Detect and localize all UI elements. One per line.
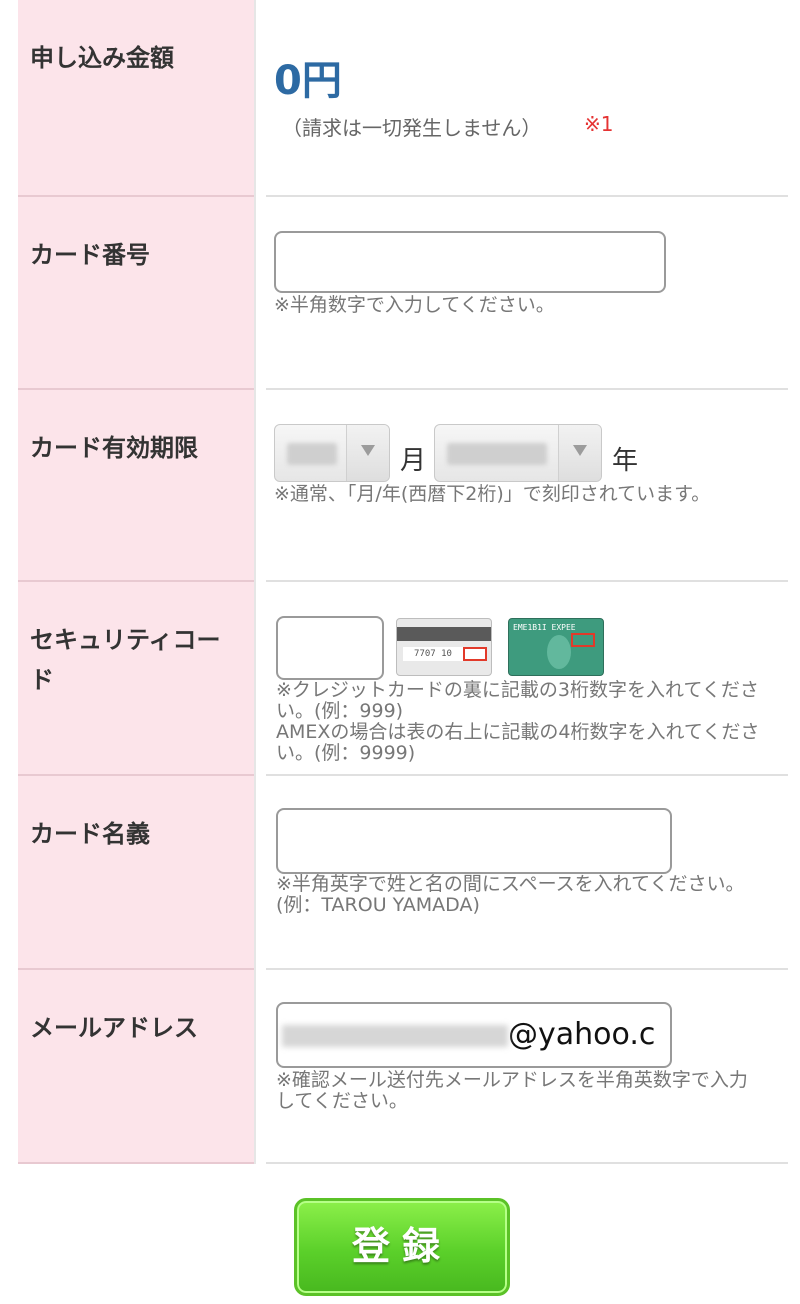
expiry-hint: ※通常、「月/年(西暦下2桁)」で刻印されています。: [274, 483, 711, 505]
security-code-hint: ※クレジットカードの裏に記載の3桁数字を入れてください。(例：999) AMEX…: [276, 680, 766, 764]
expiry-year-value: [447, 443, 547, 465]
expiry-label-cell: カード有効期限: [18, 390, 254, 582]
chevron-down-icon: [558, 425, 601, 481]
register-button[interactable]: 登録: [294, 1198, 510, 1296]
card-back-icon: 7707 10: [396, 618, 492, 676]
card-number-input[interactable]: [274, 231, 666, 293]
chevron-down-icon: [346, 425, 389, 481]
security-code-label-cell: セキュリティコード: [18, 582, 254, 776]
email-hint: ※確認メール送付先メールアドレスを半角英数字で入力してください。: [276, 1069, 748, 1112]
card-name-label-cell: カード名義: [18, 776, 254, 970]
security-code-hint-line1: ※クレジットカードの裏に記載の3桁数字を入れてください。(例：999): [276, 679, 759, 722]
amount-label: 申し込み金額: [30, 44, 174, 72]
expiry-label: カード有効期限: [30, 434, 198, 462]
amex-card-front-icon: EME1B1I EXPEE: [508, 618, 604, 676]
card-name-row: カード名義 ※半角英字で姓と名の間にスペースを入れてください。(例：TAROU …: [18, 776, 788, 970]
card-name-label: カード名義: [30, 820, 150, 848]
security-code-hint-line2: AMEXの場合は表の右上に記載の4桁数字を入れてください。(例：9999): [276, 721, 760, 764]
email-visible-value: @yahoo.c: [508, 1017, 656, 1052]
card-number-hint: ※半角数字で入力してください。: [274, 294, 555, 316]
security-code-input[interactable]: [276, 616, 384, 680]
security-code-label: セキュリティコード: [30, 626, 221, 694]
security-code-row: セキュリティコード 7707 10 EME1B1I EXPEE ※クレジットカー…: [18, 582, 788, 776]
email-label-cell: メールアドレス: [18, 970, 254, 1164]
amount-note: （請求は一切発生しません）: [282, 116, 542, 140]
expiry-row: カード有効期限 月 年 ※通常、「月/年(西暦下2桁)」で刻印されています。: [18, 390, 788, 582]
email-row: メールアドレス @yahoo.c ※確認メール送付先メールアドレスを半角英数字で…: [18, 970, 788, 1164]
expiry-month-value: [287, 443, 337, 465]
card-name-input[interactable]: [276, 808, 672, 874]
amount-row: 申し込み金額 0円 （請求は一切発生しません） ※1: [18, 0, 788, 197]
expiry-month-unit: 月: [400, 446, 427, 476]
expiry-month-select[interactable]: [274, 424, 390, 482]
amount-footnote-ref[interactable]: ※1: [584, 112, 613, 136]
email-input[interactable]: @yahoo.c: [276, 1002, 672, 1068]
email-label: メールアドレス: [30, 1014, 198, 1042]
email-masked-local-part: [282, 1024, 508, 1047]
card-number-label-cell: カード番号: [18, 197, 254, 390]
card-number-label: カード番号: [30, 241, 150, 269]
card-number-row: カード番号 ※半角数字で入力してください。: [18, 197, 788, 390]
amount-label-cell: 申し込み金額: [18, 0, 254, 197]
expiry-year-select[interactable]: [434, 424, 602, 482]
card-name-hint: ※半角英字で姓と名の間にスペースを入れてください。(例：TAROU YAMADA…: [276, 873, 745, 916]
amount-value: 0円: [274, 58, 342, 104]
expiry-year-unit: 年: [612, 446, 639, 476]
